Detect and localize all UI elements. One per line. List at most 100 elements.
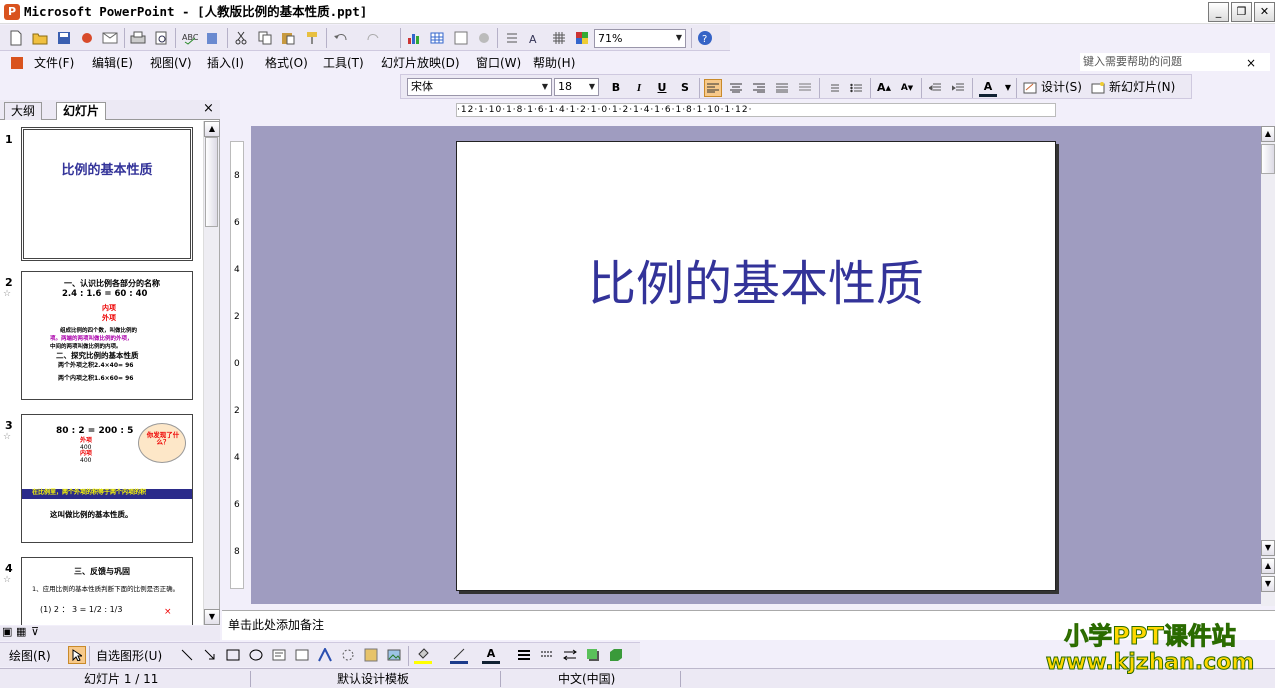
font-name-select[interactable]: 宋体 ▼: [407, 78, 552, 96]
help-icon[interactable]: ?: [696, 29, 714, 47]
increase-font-icon[interactable]: A ▲: [875, 79, 893, 97]
open-icon[interactable]: [31, 29, 49, 47]
previous-slide-button[interactable]: ▲: [1261, 558, 1275, 574]
menu-slideshow[interactable]: 幻灯片放映(D): [381, 55, 460, 71]
oval-icon[interactable]: [247, 646, 265, 664]
new-slide-icon[interactable]: [1089, 79, 1107, 97]
menu-edit[interactable]: 编辑(E): [92, 55, 133, 71]
print-preview-icon[interactable]: [152, 29, 170, 47]
copy-icon[interactable]: [256, 29, 274, 47]
scroll-thumb[interactable]: [205, 137, 218, 227]
align-center-icon[interactable]: [727, 79, 745, 97]
insert-diagram-icon[interactable]: [475, 29, 493, 47]
font-color-icon[interactable]: A: [482, 646, 500, 664]
insert-chart-icon[interactable]: [405, 29, 423, 47]
menu-format[interactable]: 格式(O): [265, 55, 308, 71]
tab-outline[interactable]: 大纲: [4, 102, 43, 120]
color-grayscale-icon[interactable]: [573, 29, 591, 47]
chevron-down-icon[interactable]: ▼: [999, 79, 1017, 97]
slideshow-icon[interactable]: ⊽: [31, 625, 39, 638]
design-icon[interactable]: [1021, 79, 1039, 97]
slide-thumbnail-4[interactable]: 三、反馈与巩固 1、应用比例的基本性质判断下面的比例是否正确。 (1) 2 ： …: [21, 557, 193, 625]
show-grid-icon[interactable]: [550, 29, 568, 47]
new-slide-button[interactable]: 新幻灯片(N): [1109, 79, 1175, 95]
menu-file[interactable]: 文件(F): [34, 55, 74, 71]
italic-button[interactable]: I: [630, 79, 648, 97]
scroll-up-button[interactable]: ▲: [204, 121, 220, 137]
research-icon[interactable]: [204, 29, 222, 47]
wordart-icon[interactable]: [316, 646, 334, 664]
fill-color-icon[interactable]: [414, 646, 432, 664]
design-button[interactable]: 设计(S): [1041, 79, 1082, 95]
decrease-indent-icon[interactable]: [926, 79, 944, 97]
menu-window[interactable]: 窗口(W): [476, 55, 521, 71]
textbox-icon[interactable]: [270, 646, 288, 664]
draw-menu-button[interactable]: 绘图(R): [9, 648, 51, 664]
align-right-icon[interactable]: [750, 79, 768, 97]
scroll-up-button[interactable]: ▲: [1261, 126, 1275, 142]
notes-placeholder[interactable]: 单击此处添加备注: [228, 617, 324, 633]
3d-style-icon[interactable]: [607, 646, 625, 664]
slide-canvas[interactable]: 比例的基本性质: [456, 141, 1056, 591]
align-left-icon[interactable]: [704, 79, 722, 97]
zoom-select[interactable]: 71% ▼: [594, 29, 686, 48]
menu-view[interactable]: 视图(V): [150, 55, 192, 71]
slide-sorter-icon[interactable]: ▦: [16, 625, 26, 638]
shadow-style-icon[interactable]: [584, 646, 602, 664]
close-document-button[interactable]: ×: [1246, 55, 1256, 71]
paste-icon[interactable]: [279, 29, 297, 47]
slide-thumbnail-3[interactable]: 80 : 2 = 200 : 5 外项 400 内项 400 你发现了什么？ 在…: [21, 414, 193, 543]
scroll-down-button[interactable]: ▼: [204, 609, 220, 625]
distributed-icon[interactable]: [796, 79, 814, 97]
spelling-icon[interactable]: ABC: [181, 29, 199, 47]
font-size-select[interactable]: 18 ▼: [554, 78, 599, 96]
show-formatting-icon[interactable]: A: [527, 29, 545, 47]
arrow-icon[interactable]: [201, 646, 219, 664]
bold-button[interactable]: B: [607, 79, 625, 97]
scroll-thumb[interactable]: [1261, 144, 1275, 174]
panel-close-button[interactable]: ×: [203, 101, 214, 116]
insert-table-icon[interactable]: [428, 29, 446, 47]
bullets-icon[interactable]: [847, 79, 865, 97]
tab-slides[interactable]: 幻灯片: [56, 102, 107, 120]
powerpoint-icon[interactable]: P: [4, 4, 20, 20]
menu-help[interactable]: 帮助(H): [533, 55, 575, 71]
save-icon[interactable]: [55, 29, 73, 47]
document-icon[interactable]: [8, 54, 26, 72]
vertical-textbox-icon[interactable]: [293, 646, 311, 664]
diagram-icon[interactable]: [339, 646, 357, 664]
clipart-icon[interactable]: [362, 646, 380, 664]
arrow-style-icon[interactable]: [561, 646, 579, 664]
close-button[interactable]: ✕: [1254, 2, 1275, 22]
help-search-input[interactable]: 键入需要帮助的问题: [1080, 53, 1270, 71]
dash-style-icon[interactable]: [538, 646, 556, 664]
font-color-icon[interactable]: A: [979, 79, 997, 97]
undo-icon[interactable]: [332, 29, 350, 47]
tables-borders-icon[interactable]: [452, 29, 470, 47]
email-icon[interactable]: [101, 29, 119, 47]
restore-button[interactable]: ❐: [1231, 2, 1252, 22]
next-slide-button[interactable]: ▼: [1261, 576, 1275, 592]
new-icon[interactable]: [7, 29, 25, 47]
line-style-icon[interactable]: [515, 646, 533, 664]
line-icon[interactable]: [178, 646, 196, 664]
underline-button[interactable]: U: [653, 79, 671, 97]
normal-view-icon[interactable]: ▣: [2, 625, 12, 638]
menu-insert[interactable]: 插入(I): [207, 55, 244, 71]
line-color-icon[interactable]: [450, 646, 468, 664]
redo-icon[interactable]: [364, 29, 382, 47]
minimize-button[interactable]: _: [1208, 2, 1229, 22]
menu-tools[interactable]: 工具(T): [323, 55, 364, 71]
cut-icon[interactable]: [232, 29, 250, 47]
print-icon[interactable]: [129, 29, 147, 47]
rectangle-icon[interactable]: [224, 646, 242, 664]
permission-icon[interactable]: [78, 29, 96, 47]
picture-icon[interactable]: [385, 646, 403, 664]
justify-icon[interactable]: [773, 79, 791, 97]
increase-indent-icon[interactable]: [949, 79, 967, 97]
shadow-button[interactable]: S: [676, 79, 694, 97]
slide-title[interactable]: 比例的基本性质: [457, 254, 1055, 314]
thumbnail-scrollbar[interactable]: ▲ ▼: [203, 121, 220, 625]
decrease-font-icon[interactable]: A ▼: [898, 79, 916, 97]
scroll-down-button[interactable]: ▼: [1261, 540, 1275, 556]
